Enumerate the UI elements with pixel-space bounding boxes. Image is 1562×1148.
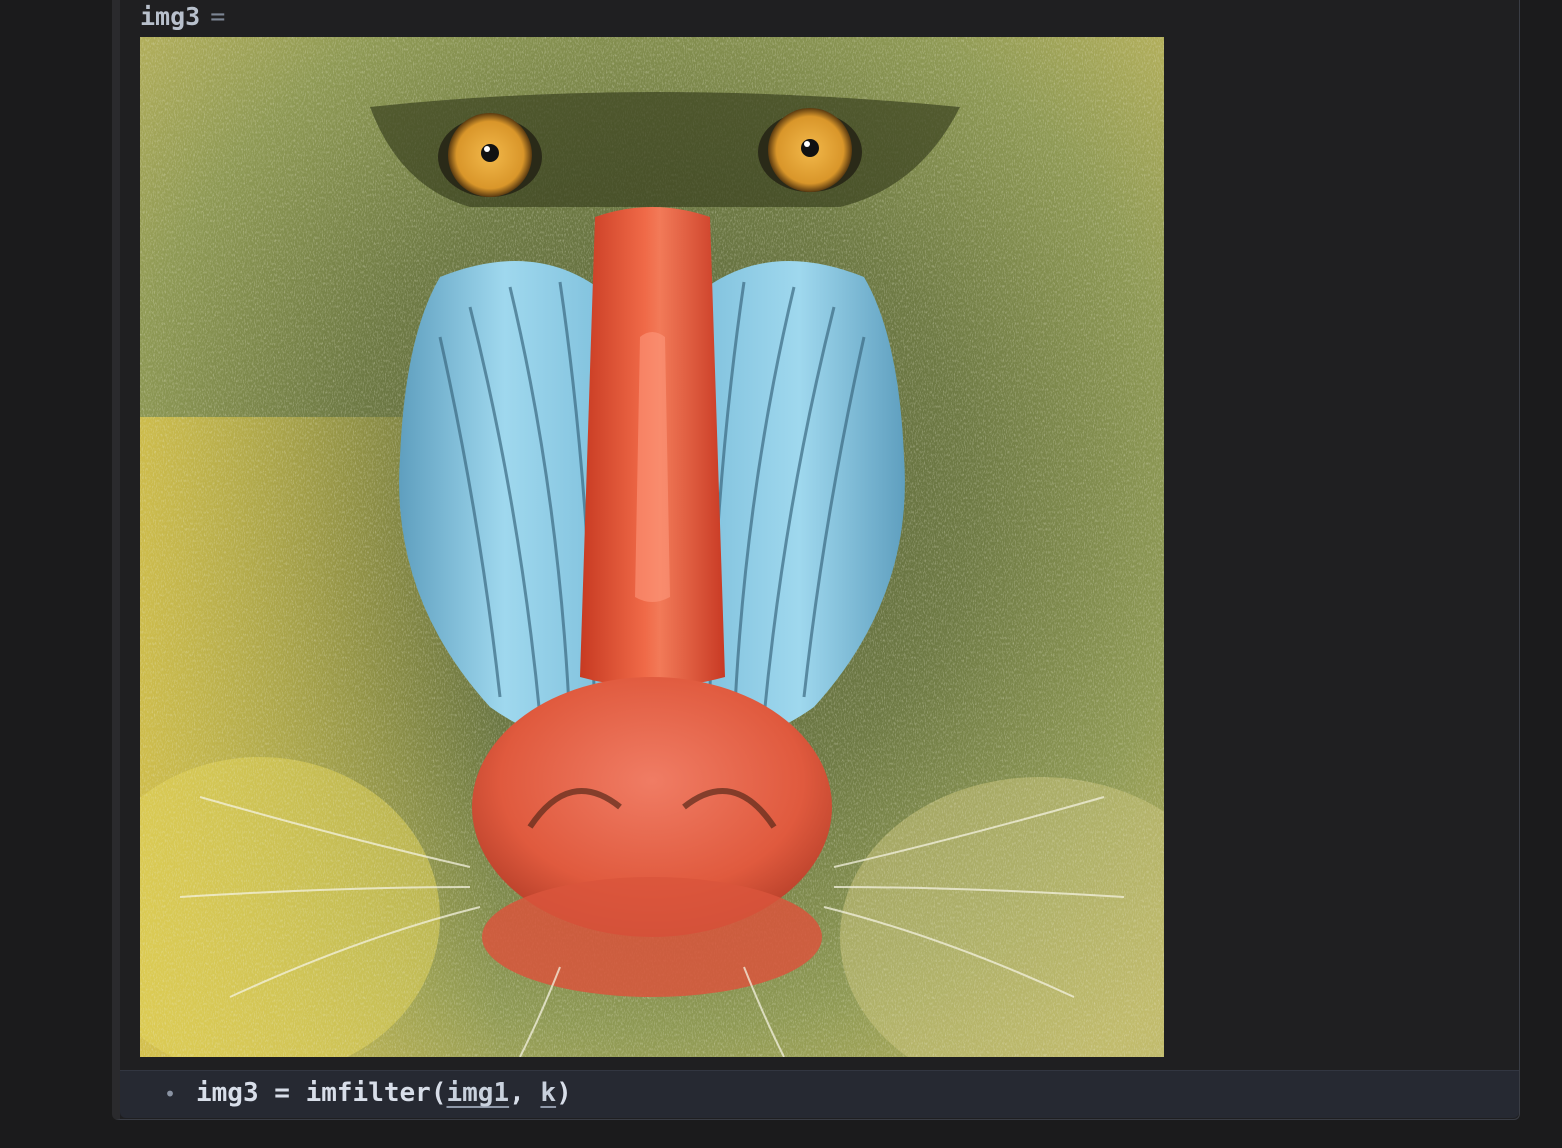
code-editor[interactable]: img3 = imfilter(img1, k)	[196, 1077, 572, 1109]
code-separator: ,	[509, 1078, 541, 1108]
output-image	[140, 37, 1164, 1057]
code-assign: =	[258, 1078, 306, 1108]
output-variable-name: img3	[140, 2, 201, 31]
code-arg-k[interactable]: k	[540, 1078, 556, 1108]
code-lhs: img3	[196, 1078, 259, 1108]
cell-input[interactable]: • img3 = imfilter(img1, k)	[120, 1070, 1519, 1118]
mandrill-image	[140, 37, 1164, 1057]
cell-bullet: •	[164, 1082, 177, 1106]
code-function-name: imfilter	[305, 1078, 431, 1108]
code-close-paren: )	[556, 1078, 572, 1108]
notebook-page: img3 = • img3 = imfilter(img1, k)	[0, 0, 1562, 1148]
code-open-paren: (	[430, 1078, 447, 1108]
output-equals-sign: =	[210, 2, 226, 31]
code-arg-img1[interactable]: img1	[446, 1078, 509, 1108]
cell-output-label: img3 =	[140, 0, 225, 34]
